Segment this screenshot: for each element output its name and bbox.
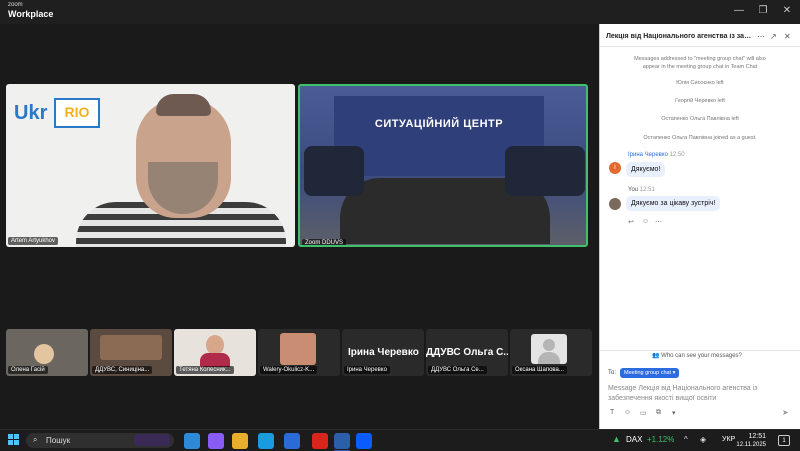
participant-name-tag: Zoom DDUVS	[302, 239, 347, 245]
more-options-icon[interactable]: ⋯	[757, 32, 765, 41]
app-brand: Workplace	[8, 9, 54, 19]
message-sender: Ірина Черевко 12:50	[628, 152, 685, 158]
participant-face	[206, 335, 224, 355]
taskbar-app-icon-2[interactable]	[284, 433, 300, 449]
send-icon[interactable]: ➤	[782, 408, 789, 417]
thumbnail-dduvs-synytsina[interactable]: ДДУВС, Синиціна...	[90, 329, 172, 376]
sender-avatar-icon: І	[609, 162, 621, 174]
thumbnail-olga[interactable]: ДДУВС Ольга С... ДДУВС Ольга Се...	[426, 329, 508, 376]
stock-chart-icon: ▲	[612, 434, 621, 444]
thumbnail-name: ДДУВС, Синиціна...	[92, 366, 153, 374]
reply-icon[interactable]: ↩	[628, 218, 634, 226]
chat-panel: Лекція від Національного агенства із заб…	[599, 24, 800, 429]
thumbnail-name: Тетяна Колесник...	[176, 366, 234, 374]
attach-file-icon[interactable]: ▭	[640, 409, 647, 417]
video-tile-zoom-dduvs[interactable]: СИТУАЦІЙНИЙ ЦЕНТР Zoom DDUVS	[298, 84, 588, 247]
system-message: Юлія Сисоєнко left	[676, 80, 724, 86]
video-tile-artem[interactable]: Ukr RIO Artem Artyukhov	[6, 84, 295, 247]
opera-icon[interactable]	[312, 433, 328, 449]
search-highlight-image	[134, 434, 170, 446]
to-label: To:	[608, 370, 617, 376]
system-message: Остапенко Ольга Павлівна joined as a gue…	[643, 135, 757, 141]
tray-app-icon[interactable]: ◈	[700, 435, 706, 444]
stock-name[interactable]: DAX	[626, 435, 642, 444]
search-icon: ⌕	[33, 435, 38, 444]
file-explorer-icon[interactable]	[232, 433, 248, 449]
maximize-icon[interactable]: ❐	[756, 4, 770, 18]
recipient-chip[interactable]: Meeting group chat ▾	[620, 368, 680, 378]
thumbnail-olena[interactable]: Олена Гасій	[6, 329, 88, 376]
app-brand-small: zoom	[8, 2, 23, 8]
zoom-icon[interactable]	[356, 433, 372, 449]
taskbar: ⌕ Пошук ▲ DAX +1.12% ^ ◈ УКР 12:51 12.11…	[0, 429, 800, 451]
system-message: Остапенко Ольга Павлівна left	[661, 116, 739, 122]
more-tools-icon[interactable]: ▾	[672, 409, 676, 417]
thumbnail-name: ДДУВС Ольга Се...	[428, 366, 487, 374]
word-icon[interactable]	[334, 433, 350, 449]
banner-text: СИТУАЦІЙНИЙ ЦЕНТР	[374, 118, 504, 130]
participant-body	[200, 353, 230, 367]
thumbnail-title: Ірина Черевко	[348, 347, 419, 358]
room-background	[100, 335, 162, 360]
system-message: Messages addressed to "meeting group cha…	[634, 56, 766, 62]
pop-out-icon[interactable]: ↗	[770, 32, 777, 41]
taskbar-search[interactable]: ⌕ Пошук	[26, 433, 174, 448]
copilot-icon[interactable]	[208, 433, 224, 449]
search-label: Пошук	[46, 436, 71, 445]
participants-group-left	[304, 146, 364, 196]
thumbnail-title: ДДУВС Ольга С...	[426, 347, 508, 358]
ukrrio-logo-box: RIO	[54, 98, 100, 128]
thumbnail-walery[interactable]: Walery-Okulicz-K...	[258, 329, 340, 376]
clock-time[interactable]: 12:51	[740, 433, 766, 440]
stock-change: +1.12%	[647, 435, 675, 444]
screenshot-icon[interactable]: ⧉	[656, 409, 661, 417]
message-input[interactable]: Message Лекція від Національного агенств…	[608, 384, 778, 404]
notifications-badge[interactable]: 1	[778, 435, 790, 446]
emoji-reaction-icon[interactable]: ☺	[642, 218, 649, 225]
clock-date[interactable]: 12.11.2025	[732, 442, 766, 448]
ukrrio-logo-text: Ukr	[14, 102, 48, 124]
close-icon[interactable]: ✕	[780, 4, 794, 18]
default-avatar-icon	[531, 334, 567, 364]
thumbnail-name: Олена Гасій	[8, 366, 48, 374]
system-message: appear in the meeting group chat in Team…	[642, 64, 758, 70]
thumbnail-name: Оксана Шапова...	[512, 366, 567, 374]
system-message: Георгій Черевко left	[675, 98, 725, 104]
windows-start-icon[interactable]	[8, 434, 20, 446]
participant-face	[34, 344, 54, 364]
thumbnail-name: Walery-Okulicz-K...	[260, 366, 318, 374]
message-more-icon[interactable]: ⋯	[655, 218, 662, 226]
title-bar: zoom Workplace — ❐ ✕	[0, 0, 800, 24]
minimize-icon[interactable]: —	[732, 4, 746, 18]
chevron-up-icon[interactable]: ^	[684, 435, 688, 444]
people-icon: 👥	[652, 353, 660, 359]
thumbnail-oksana[interactable]: Оксана Шапова...	[510, 329, 592, 376]
self-avatar-icon	[609, 198, 621, 210]
close-chat-icon[interactable]: ✕	[784, 32, 791, 41]
participant-hair	[156, 94, 211, 116]
divider	[600, 350, 800, 351]
message-sender: You 12:51	[628, 187, 655, 193]
thumbnail-tetiana[interactable]: Тетяна Колесник...	[174, 329, 256, 376]
participant-avatar	[280, 333, 316, 365]
format-text-icon[interactable]: T	[610, 409, 614, 416]
participants-group-right	[505, 146, 585, 196]
participant-name-tag: Artem Artyukhov	[8, 237, 59, 245]
avatar-body	[538, 352, 560, 364]
message-bubble: Дякуємо за цікаву зустріч!	[626, 196, 721, 211]
thumbnail-iryna[interactable]: Ірина Черевко Ірина Черевко	[342, 329, 424, 376]
emoji-icon[interactable]: ☺	[624, 409, 631, 416]
avatar-head	[543, 339, 555, 351]
taskbar-app-icon[interactable]	[184, 433, 200, 449]
divider	[600, 46, 800, 47]
message-bubble: Дякуємо!	[626, 162, 666, 177]
chat-title: Лекція від Національного агенства із заб…	[606, 33, 754, 40]
thumbnail-name: Ірина Черевко	[344, 366, 390, 374]
who-can-see-link[interactable]: 👥 Who can see your messages?	[652, 352, 742, 359]
edge-icon[interactable]	[258, 433, 274, 449]
